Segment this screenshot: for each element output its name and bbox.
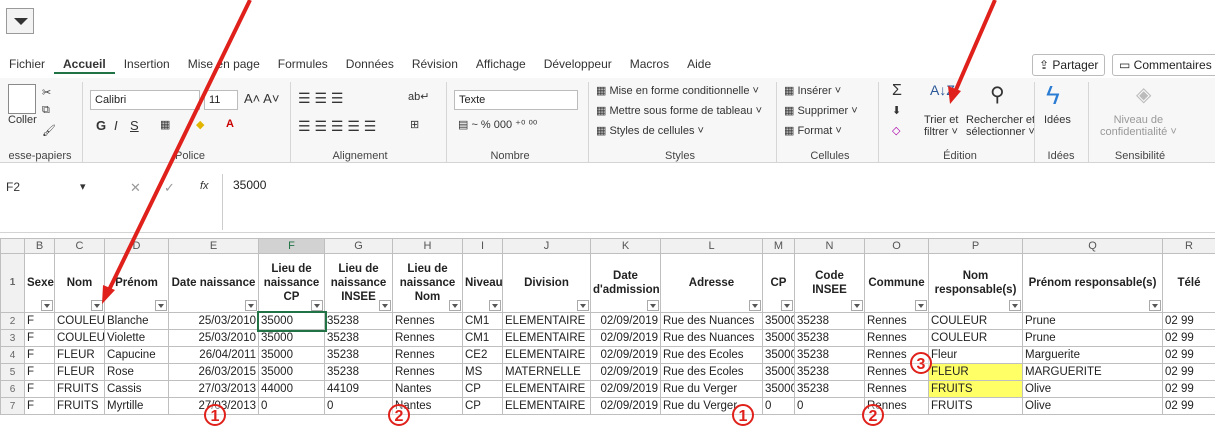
annotation-marker: 1	[204, 404, 226, 426]
annotation-marker: 3	[910, 352, 932, 374]
annotation-arrowhead	[948, 86, 961, 104]
annotation-arrow	[953, 0, 997, 93]
annotation-arrowhead	[102, 285, 115, 304]
annotation-overlay	[102, 0, 997, 304]
annotation-arrow	[106, 0, 252, 293]
annotation-marker: 2	[862, 404, 884, 426]
annotation-marker: 2	[388, 404, 410, 426]
annotation-marker: 1	[732, 404, 754, 426]
